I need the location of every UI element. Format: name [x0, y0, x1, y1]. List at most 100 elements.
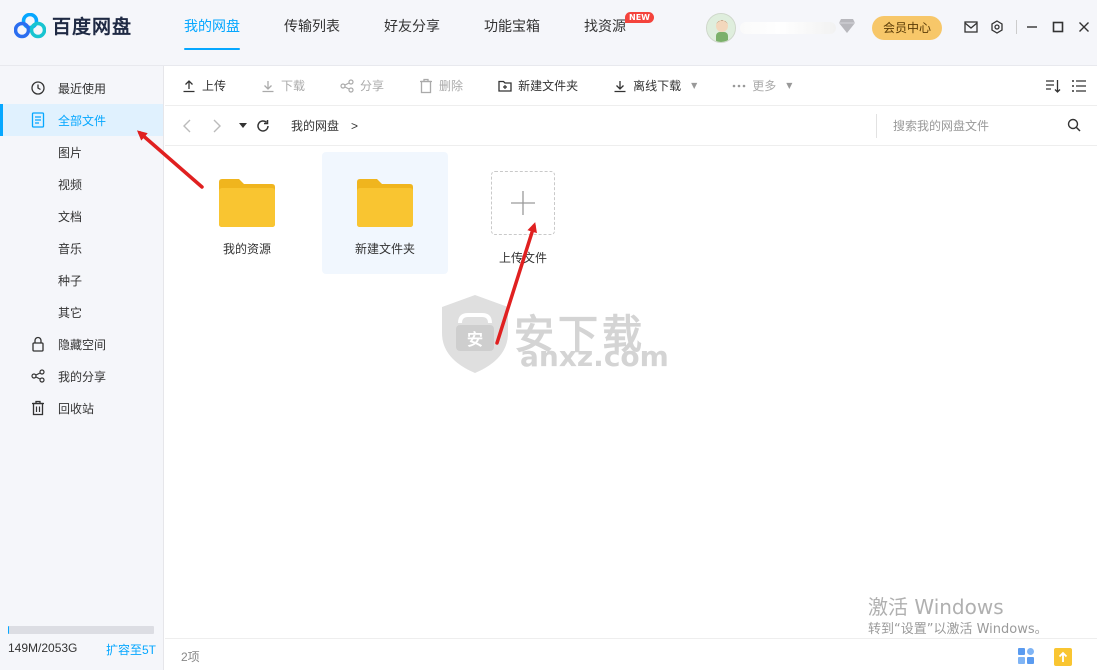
- vip-center-button[interactable]: 会员中心: [872, 16, 942, 40]
- tab-friend-share[interactable]: 好友分享: [370, 0, 454, 66]
- upload-file-label: 上传文件: [498, 251, 547, 265]
- tab-label: 传输列表: [284, 19, 340, 35]
- share-label: 分享: [360, 79, 385, 93]
- new-folder-button[interactable]: 新建文件夹: [497, 77, 578, 94]
- download-button[interactable]: 下载: [260, 77, 305, 94]
- offline-download-button[interactable]: 离线下载 ▼: [612, 77, 697, 94]
- search-icon[interactable]: [1067, 118, 1081, 132]
- sidebar-item-all-files[interactable]: 全部文件: [0, 104, 163, 136]
- search-box: [876, 114, 1091, 138]
- storage-progress-bar: [8, 626, 154, 634]
- settings-icon[interactable]: [988, 18, 1006, 36]
- back-arrow-icon[interactable]: [179, 118, 195, 134]
- more-dots-icon: [731, 78, 747, 94]
- upload-note-icon[interactable]: [1053, 647, 1073, 670]
- upload-file-tile[interactable]: 上传文件: [460, 146, 586, 268]
- path-bar: 我的网盘 >: [165, 106, 1097, 146]
- clock-icon: [30, 80, 46, 96]
- sidebar-item-recycle-bin[interactable]: 回收站: [0, 392, 163, 424]
- item-count: 2项: [181, 650, 200, 664]
- upload-placeholder[interactable]: [491, 171, 555, 235]
- sidebar-item-label: 种子: [58, 273, 83, 288]
- tab-my-drive[interactable]: 我的网盘: [170, 0, 254, 66]
- storage-quota: 149M/2053G 扩容至5T: [8, 626, 156, 658]
- diamond-icon[interactable]: [838, 18, 856, 34]
- tab-find-resources[interactable]: 找资源 NEW: [570, 0, 654, 66]
- upload-icon: [181, 78, 197, 94]
- app-name: 百度网盘: [52, 16, 133, 38]
- sidebar-item-label: 其它: [58, 305, 83, 320]
- sidebar-item-label: 我的分享: [58, 369, 107, 384]
- sidebar-item-label: 视频: [58, 177, 83, 192]
- document-icon: [30, 112, 46, 128]
- tab-label: 找资源: [584, 19, 626, 35]
- download-label: 下载: [281, 79, 306, 93]
- trash-icon: [30, 400, 46, 416]
- refresh-icon[interactable]: [255, 118, 271, 134]
- storage-used-text: 149M/2053G: [8, 641, 78, 655]
- new-folder-icon: [497, 78, 513, 94]
- sidebar-item-hidden-space[interactable]: 隐藏空间: [0, 328, 163, 360]
- share-icon: [30, 368, 46, 384]
- history-dropdown-icon[interactable]: [239, 118, 247, 134]
- breadcrumb-separator: >: [351, 118, 359, 133]
- sidebar-item-torrents[interactable]: 种子: [0, 264, 163, 296]
- file-name: 我的资源: [222, 242, 271, 256]
- new-badge: NEW: [625, 12, 654, 23]
- sort-icon[interactable]: [1045, 78, 1061, 94]
- mail-icon[interactable]: [962, 18, 980, 36]
- plus-icon: [511, 191, 535, 215]
- sidebar-item-music[interactable]: 音乐: [0, 232, 163, 264]
- status-bar: 2项: [165, 638, 1097, 670]
- app-logo[interactable]: 百度网盘: [14, 12, 132, 39]
- tab-toolbox[interactable]: 功能宝箱: [470, 0, 554, 66]
- sidebar-item-label: 图片: [58, 145, 83, 160]
- close-icon[interactable]: [1075, 18, 1093, 36]
- sidebar-item-label: 隐藏空间: [58, 337, 107, 352]
- sidebar-item-label: 回收站: [58, 401, 95, 416]
- folder-tile[interactable]: 新建文件夹: [322, 152, 448, 274]
- forward-arrow-icon[interactable]: [209, 118, 225, 134]
- file-area: 我的资源 新建文件夹 上传文件: [165, 146, 1097, 636]
- sidebar-item-documents[interactable]: 文档: [0, 200, 163, 232]
- upload-label: 上传: [202, 79, 227, 93]
- upload-button[interactable]: 上传: [181, 77, 226, 94]
- tab-transfer-list[interactable]: 传输列表: [270, 0, 354, 66]
- svg-text:安: 安: [467, 330, 483, 349]
- apps-grid-icon[interactable]: [1017, 647, 1035, 670]
- delete-button[interactable]: 删除: [418, 77, 463, 94]
- more-button[interactable]: 更多 ▼: [731, 77, 792, 94]
- sidebar-item-label: 最近使用: [58, 81, 107, 96]
- baidu-cloud-logo-icon: [14, 12, 46, 38]
- offline-download-label: 离线下载: [633, 79, 682, 93]
- avatar[interactable]: [706, 13, 736, 43]
- sidebar-item-my-shares[interactable]: 我的分享: [0, 360, 163, 392]
- avatar-image: [707, 14, 735, 42]
- sidebar-item-others[interactable]: 其它: [0, 296, 163, 328]
- caret-down-icon[interactable]: ▼: [691, 81, 697, 90]
- share-button[interactable]: 分享: [339, 77, 384, 94]
- list-view-icon[interactable]: [1071, 78, 1087, 94]
- tab-label: 好友分享: [384, 19, 440, 35]
- tab-label: 我的网盘: [184, 19, 240, 35]
- breadcrumb-my-drive[interactable]: 我的网盘: [291, 117, 339, 134]
- download-icon: [260, 78, 276, 94]
- folder-tile[interactable]: 我的资源: [184, 152, 310, 274]
- maximize-icon[interactable]: [1049, 18, 1067, 36]
- sidebar-item-images[interactable]: 图片: [0, 136, 163, 168]
- top-bar: 百度网盘 我的网盘 传输列表 好友分享 功能宝箱 找资源 NEW 会员中心: [0, 0, 1097, 66]
- caret-down-icon[interactable]: ▼: [786, 81, 792, 90]
- watermark-shield-icon: 安: [442, 295, 508, 373]
- folder-icon: [219, 179, 275, 227]
- toolbar: 上传 下载 分享 删除 新建文件夹 离线下载 ▼ 更多 ▼: [165, 66, 1097, 106]
- expand-storage-link[interactable]: 扩容至5T: [106, 641, 156, 658]
- storage-progress-fill: [8, 626, 10, 634]
- file-name: 新建文件夹: [354, 242, 415, 256]
- sidebar-item-recent[interactable]: 最近使用: [0, 72, 163, 104]
- sidebar-item-videos[interactable]: 视频: [0, 168, 163, 200]
- username-redacted: [740, 22, 836, 34]
- minimize-icon[interactable]: [1023, 18, 1041, 36]
- search-input[interactable]: [893, 119, 1063, 133]
- offline-download-icon: [612, 78, 628, 94]
- share-icon: [339, 78, 355, 94]
